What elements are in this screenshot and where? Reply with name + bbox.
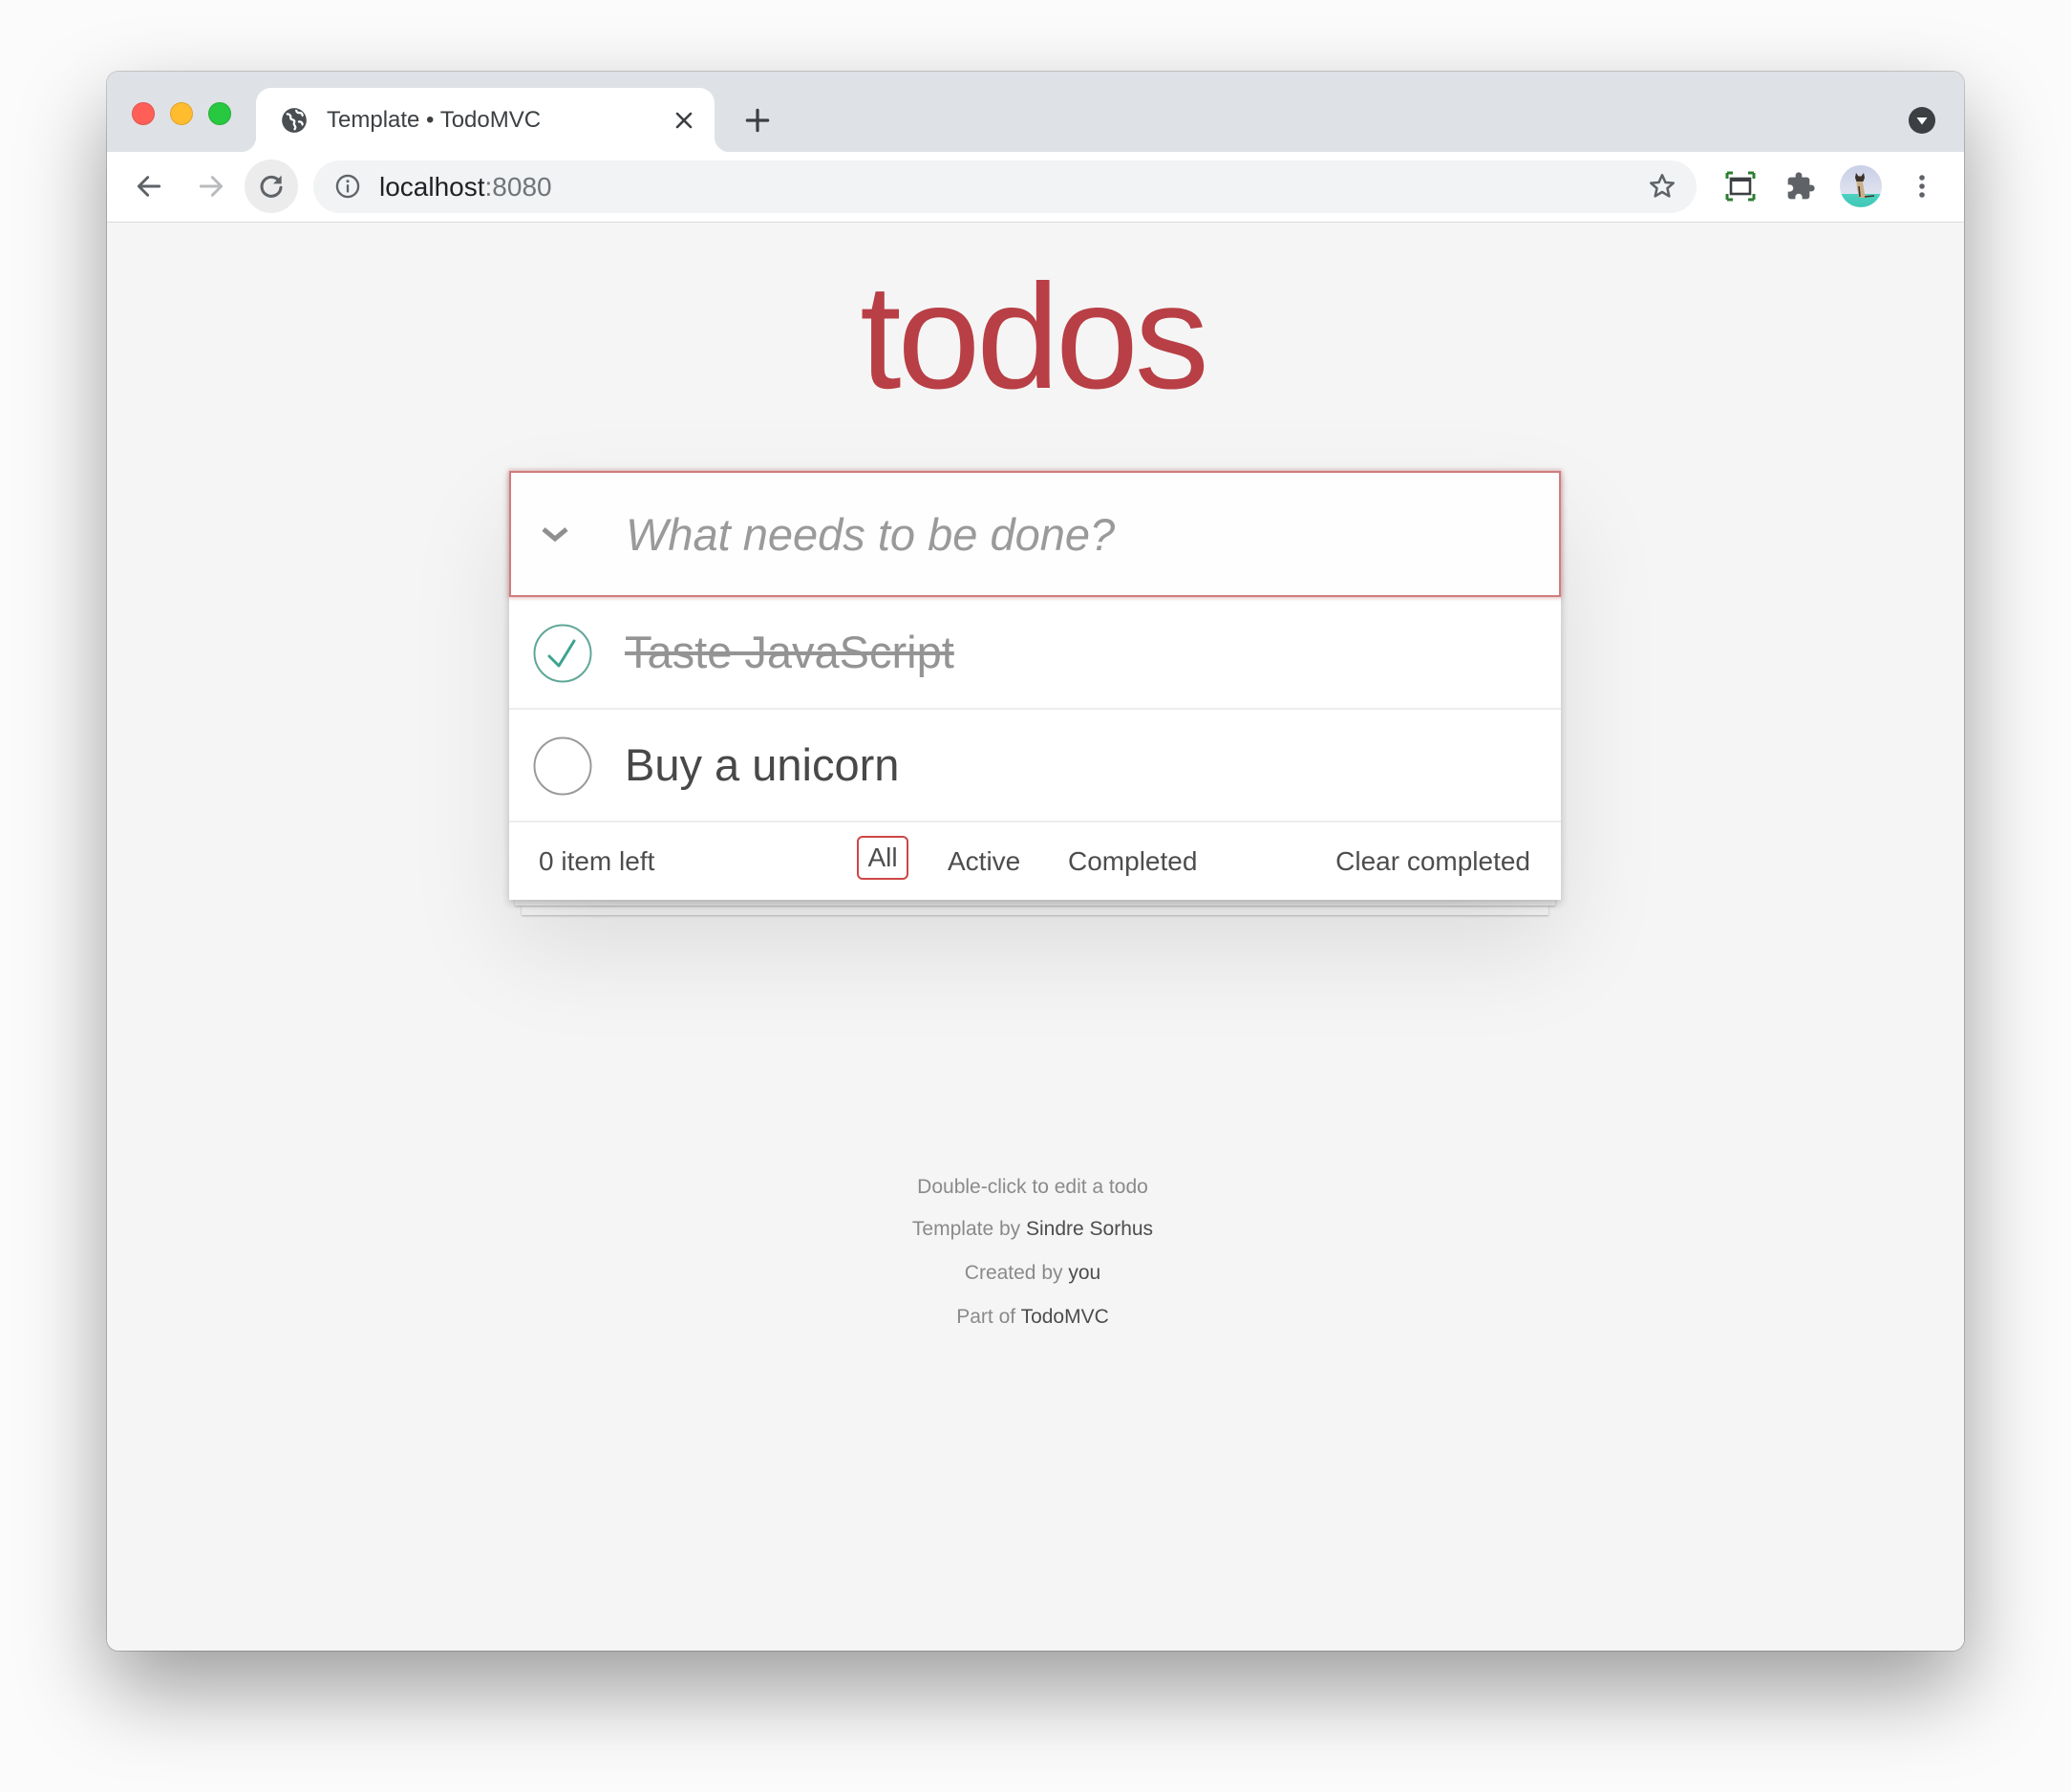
- window-maximize-button[interactable]: [208, 102, 231, 125]
- profile-avatar[interactable]: [1840, 165, 1882, 207]
- close-icon[interactable]: [673, 109, 695, 132]
- globe-icon: [282, 108, 307, 133]
- app-title: todos: [860, 254, 1209, 420]
- browser-tab[interactable]: Template • TodoMVC: [241, 88, 730, 152]
- filter-all-link[interactable]: All: [857, 836, 908, 880]
- page-content: todos Taste JavaScript: [107, 223, 1964, 1651]
- toggle-all-chevron-down-icon[interactable]: [538, 517, 572, 551]
- todomvc-link[interactable]: TodoMVC: [1021, 1306, 1109, 1328]
- reload-icon: [260, 175, 283, 198]
- url-host: localhost: [379, 172, 485, 202]
- info-template: Template by Sindre Sorhus: [107, 1218, 1958, 1241]
- url-text[interactable]: localhost:8080: [379, 160, 552, 213]
- browser-window: Template • TodoMVC localhost:8080 todos …: [107, 72, 1964, 1651]
- tab-search-dropdown-icon[interactable]: [1909, 107, 1935, 134]
- info-part-of: Part of TodoMVC: [107, 1306, 1958, 1329]
- tab-strip: Template • TodoMVC: [107, 72, 1964, 152]
- info-template-prefix: Template by: [911, 1218, 1026, 1240]
- stack-decoration: [522, 906, 1548, 915]
- back-arrow-icon[interactable]: [134, 171, 164, 202]
- url-port: :8080: [484, 172, 552, 202]
- todo-item[interactable]: Buy a unicorn: [509, 710, 1561, 822]
- completed-checkbox-icon[interactable]: [533, 624, 592, 683]
- items-left-count: 0 item left: [539, 846, 655, 876]
- tab-title: Template • TodoMVC: [327, 107, 542, 133]
- template-author-link[interactable]: Sindre Sorhus: [1026, 1218, 1153, 1240]
- new-tab-plus-icon[interactable]: [742, 105, 773, 136]
- info-created: Created by you: [107, 1262, 1958, 1285]
- info-part-prefix: Part of: [956, 1306, 1021, 1328]
- new-todo-input[interactable]: [626, 473, 1524, 595]
- unchecked-checkbox-icon[interactable]: [533, 736, 592, 796]
- screen-capture-icon[interactable]: [1725, 171, 1756, 202]
- created-author-link[interactable]: you: [1068, 1262, 1100, 1284]
- todo-footer: 0 item left All Active Completed Clear c…: [509, 822, 1561, 900]
- site-info-icon[interactable]: [334, 173, 361, 200]
- bookmark-star-icon[interactable]: [1647, 171, 1677, 202]
- window-minimize-button[interactable]: [170, 102, 193, 125]
- forward-arrow-icon[interactable]: [196, 171, 226, 202]
- info-created-prefix: Created by: [964, 1262, 1069, 1284]
- new-todo-header: [509, 471, 1561, 597]
- cat-avatar-icon: [1855, 173, 1875, 198]
- todo-label[interactable]: Buy a unicorn: [625, 710, 899, 821]
- todo-app: Taste JavaScript Buy a unicorn 0 item le…: [509, 471, 1561, 900]
- info-hint: Double-click to edit a todo: [917, 1176, 1148, 1198]
- clear-completed-button[interactable]: Clear completed: [1335, 822, 1530, 900]
- browser-toolbar: localhost:8080: [107, 152, 1964, 223]
- todo-item[interactable]: Taste JavaScript: [509, 597, 1561, 710]
- extensions-puzzle-icon[interactable]: [1785, 171, 1816, 202]
- filter-active-link[interactable]: Active: [948, 822, 1020, 900]
- reload-button[interactable]: [245, 160, 298, 213]
- window-close-button[interactable]: [132, 102, 155, 125]
- address-bar[interactable]: localhost:8080: [313, 160, 1697, 213]
- todo-label[interactable]: Taste JavaScript: [625, 597, 954, 708]
- filter-completed-link[interactable]: Completed: [1068, 822, 1197, 900]
- browser-menu-kebab-icon[interactable]: [1911, 171, 1933, 202]
